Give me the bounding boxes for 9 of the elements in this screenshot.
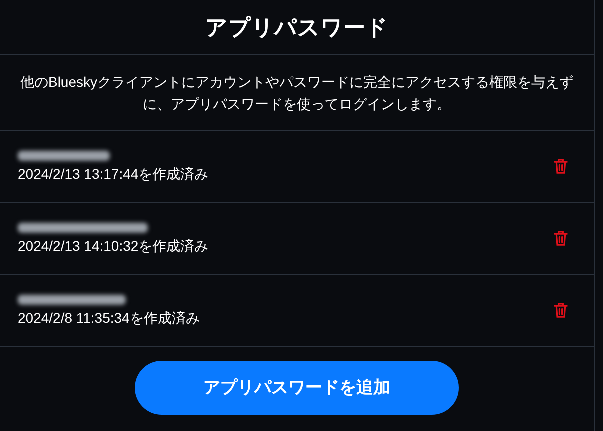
add-app-password-button[interactable]: アプリパスワードを追加 xyxy=(135,361,459,415)
created-date: 2024/2/13 14:10:32を作成済み xyxy=(18,236,209,254)
created-date: 2024/2/13 13:17:44を作成済み xyxy=(18,164,209,182)
description: 他のBlueskyクライアントにアカウントやパスワードに完全にアクセスする権限を与えずに、アプリパスワードを使ってログインします。 xyxy=(20,72,574,114)
page-title: アプリパスワード xyxy=(206,14,388,42)
delete-icon[interactable] xyxy=(554,158,568,175)
created-date: 2024/2/8 11:35:34を作成済み xyxy=(18,308,200,326)
delete-icon[interactable] xyxy=(554,230,568,247)
delete-icon[interactable] xyxy=(554,302,568,319)
